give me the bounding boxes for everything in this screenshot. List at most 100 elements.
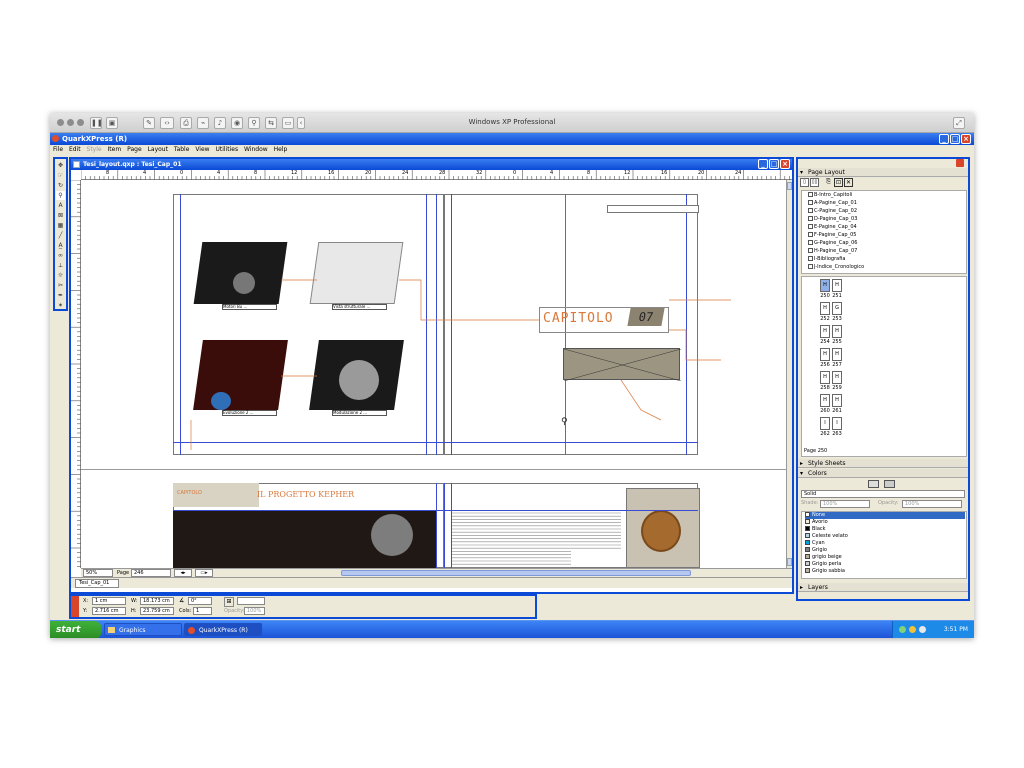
style-sheets-header[interactable]: ▸ Style Sheets: [798, 459, 968, 468]
master-item[interactable]: E-Pagine_Cap_04: [808, 224, 857, 231]
color-item[interactable]: Cyan: [805, 540, 965, 547]
app-close-button[interactable]: ×: [961, 134, 971, 144]
start-button[interactable]: start: [50, 621, 102, 638]
vertical-scrollbar[interactable]: [786, 180, 792, 568]
frame-field[interactable]: [237, 597, 265, 605]
page-thumb[interactable]: H: [832, 279, 842, 292]
app-minimize-button[interactable]: _: [939, 134, 949, 144]
master-item[interactable]: H-Pagine_Cap_07: [808, 248, 857, 255]
horizontal-scrollbar[interactable]: 50% Page 246 ◂▸ ▭▸: [81, 568, 792, 577]
pen-tool-icon[interactable]: ✒: [56, 291, 65, 300]
volume-icon[interactable]: [919, 626, 926, 633]
content-tool-icon[interactable]: ☞: [56, 171, 65, 180]
master-item[interactable]: B-Intro_Capitoli: [808, 192, 852, 199]
page-thumb[interactable]: H: [832, 325, 842, 338]
master-item[interactable]: C-Pagine_Cap_02: [808, 208, 857, 215]
page-thumb[interactable]: H: [820, 394, 830, 407]
network-icon[interactable]: [899, 626, 906, 633]
line-tool-icon[interactable]: ╱: [56, 231, 65, 240]
page-nav-icon[interactable]: ◂▸: [174, 569, 192, 577]
page-layout-header[interactable]: ▾ Page Layout: [798, 168, 968, 177]
menu-file[interactable]: File: [53, 145, 63, 155]
zoom-tool-icon[interactable]: ⚲: [56, 191, 65, 200]
delete-page-icon[interactable]: ✕: [844, 178, 853, 187]
page-thumb[interactable]: G: [832, 302, 842, 315]
menu-help[interactable]: Help: [274, 145, 288, 155]
doc-close-button[interactable]: ×: [780, 159, 790, 169]
app-maximize-button[interactable]: □: [950, 134, 960, 144]
fullscreen-icon[interactable]: ⤢: [953, 117, 965, 129]
master-item[interactable]: G-Pagine_Cap_06: [808, 240, 857, 247]
tab-layout[interactable]: Tesi_Cap_01: [75, 579, 119, 588]
page-thumb[interactable]: H: [820, 325, 830, 338]
page-thumb[interactable]: I: [820, 417, 830, 430]
picture-box-tool-icon[interactable]: ⊠: [56, 211, 65, 220]
page-thumb[interactable]: H: [820, 371, 830, 384]
scroll-thumb[interactable]: [341, 570, 691, 576]
page-field[interactable]: 246: [131, 569, 171, 577]
table-tool-icon[interactable]: ▦: [56, 221, 65, 230]
menu-utilities[interactable]: Utilities: [216, 145, 239, 155]
master-item[interactable]: I-Bibliografia: [808, 256, 845, 263]
shade-field[interactable]: 100%: [820, 500, 870, 508]
content-color-icon[interactable]: [884, 480, 895, 488]
facing-page-icon[interactable]: ▯▯: [810, 178, 819, 187]
taskbar-item-quark[interactable]: QuarkXPress (R): [184, 623, 262, 636]
master-item[interactable]: D-Pagine_Cap_03: [808, 216, 857, 223]
duplicate-icon[interactable]: ⎘: [824, 178, 833, 187]
master-item[interactable]: F-Pagine_Cap_05: [808, 232, 856, 239]
page-thumb[interactable]: H: [820, 279, 830, 292]
page-thumb[interactable]: H: [820, 302, 830, 315]
page-thumb[interactable]: H: [820, 348, 830, 361]
emblem-image[interactable]: [641, 510, 681, 552]
text-path-tool-icon[interactable]: A̲: [56, 241, 65, 250]
color-item[interactable]: Grigio perla: [805, 561, 965, 568]
menu-page[interactable]: Page: [127, 145, 142, 155]
pasteboard[interactable]: Motori Bu ... Vista strutturale ... Evol…: [81, 180, 786, 568]
color-item[interactable]: Grigio: [805, 547, 965, 554]
item-tool-icon[interactable]: ✥: [56, 161, 65, 170]
x-field[interactable]: 1 cm: [92, 597, 126, 605]
rotate-tool-icon[interactable]: ↻: [56, 181, 65, 190]
scroll-down-button[interactable]: [787, 558, 792, 566]
color-item[interactable]: Avorio: [805, 519, 965, 526]
frame-icon[interactable]: ⊞: [224, 597, 234, 607]
menu-edit[interactable]: Edit: [69, 145, 81, 155]
menu-style[interactable]: Style: [87, 145, 102, 155]
starburst-tool-icon[interactable]: ☼: [56, 271, 65, 280]
menu-view[interactable]: View: [195, 145, 209, 155]
unlink-tool-icon[interactable]: ⟂: [56, 261, 65, 270]
w-field[interactable]: 18.173 cm: [140, 597, 174, 605]
layers-header[interactable]: ▸ Layers: [798, 583, 968, 592]
new-page-icon[interactable]: ▯: [800, 178, 809, 187]
angle-field[interactable]: 0°: [188, 597, 212, 605]
scissors-tool-icon[interactable]: ✂: [56, 281, 65, 290]
page-thumb[interactable]: H: [832, 348, 842, 361]
opacity-field[interactable]: 100%: [244, 607, 265, 615]
page-thumb[interactable]: H: [832, 371, 842, 384]
palette-close-icon[interactable]: [956, 159, 964, 167]
frame-color-icon[interactable]: [868, 480, 879, 488]
text-box-tool-icon[interactable]: A: [56, 201, 65, 210]
master-item[interactable]: J-Indice_Cronologico: [808, 264, 864, 271]
scroll-up-button[interactable]: [787, 182, 792, 190]
menu-layout[interactable]: Layout: [148, 145, 168, 155]
cols-field[interactable]: 1: [193, 607, 212, 615]
color-item[interactable]: grigio beige: [805, 554, 965, 561]
doc-maximize-button[interactable]: □: [769, 159, 779, 169]
link-tool-icon[interactable]: ∞: [56, 251, 65, 260]
menu-window[interactable]: Window: [244, 145, 268, 155]
colors-header[interactable]: ▾ Colors: [798, 469, 968, 478]
color-item[interactable]: Celeste velato: [805, 533, 965, 540]
page-thumb[interactable]: H: [832, 394, 842, 407]
color-item[interactable]: Black: [805, 526, 965, 533]
star-tool-icon[interactable]: ✶: [56, 301, 65, 310]
palette-close-icon[interactable]: [71, 596, 79, 617]
color-opacity-field[interactable]: 100%: [902, 500, 962, 508]
layout-nav-icon[interactable]: ▭▸: [195, 569, 213, 577]
menu-table[interactable]: Table: [174, 145, 190, 155]
color-item[interactable]: None: [805, 512, 965, 519]
page-thumb[interactable]: I: [832, 417, 842, 430]
vertical-ruler[interactable]: [71, 179, 81, 568]
fill-mode-select[interactable]: Solid: [801, 490, 965, 498]
